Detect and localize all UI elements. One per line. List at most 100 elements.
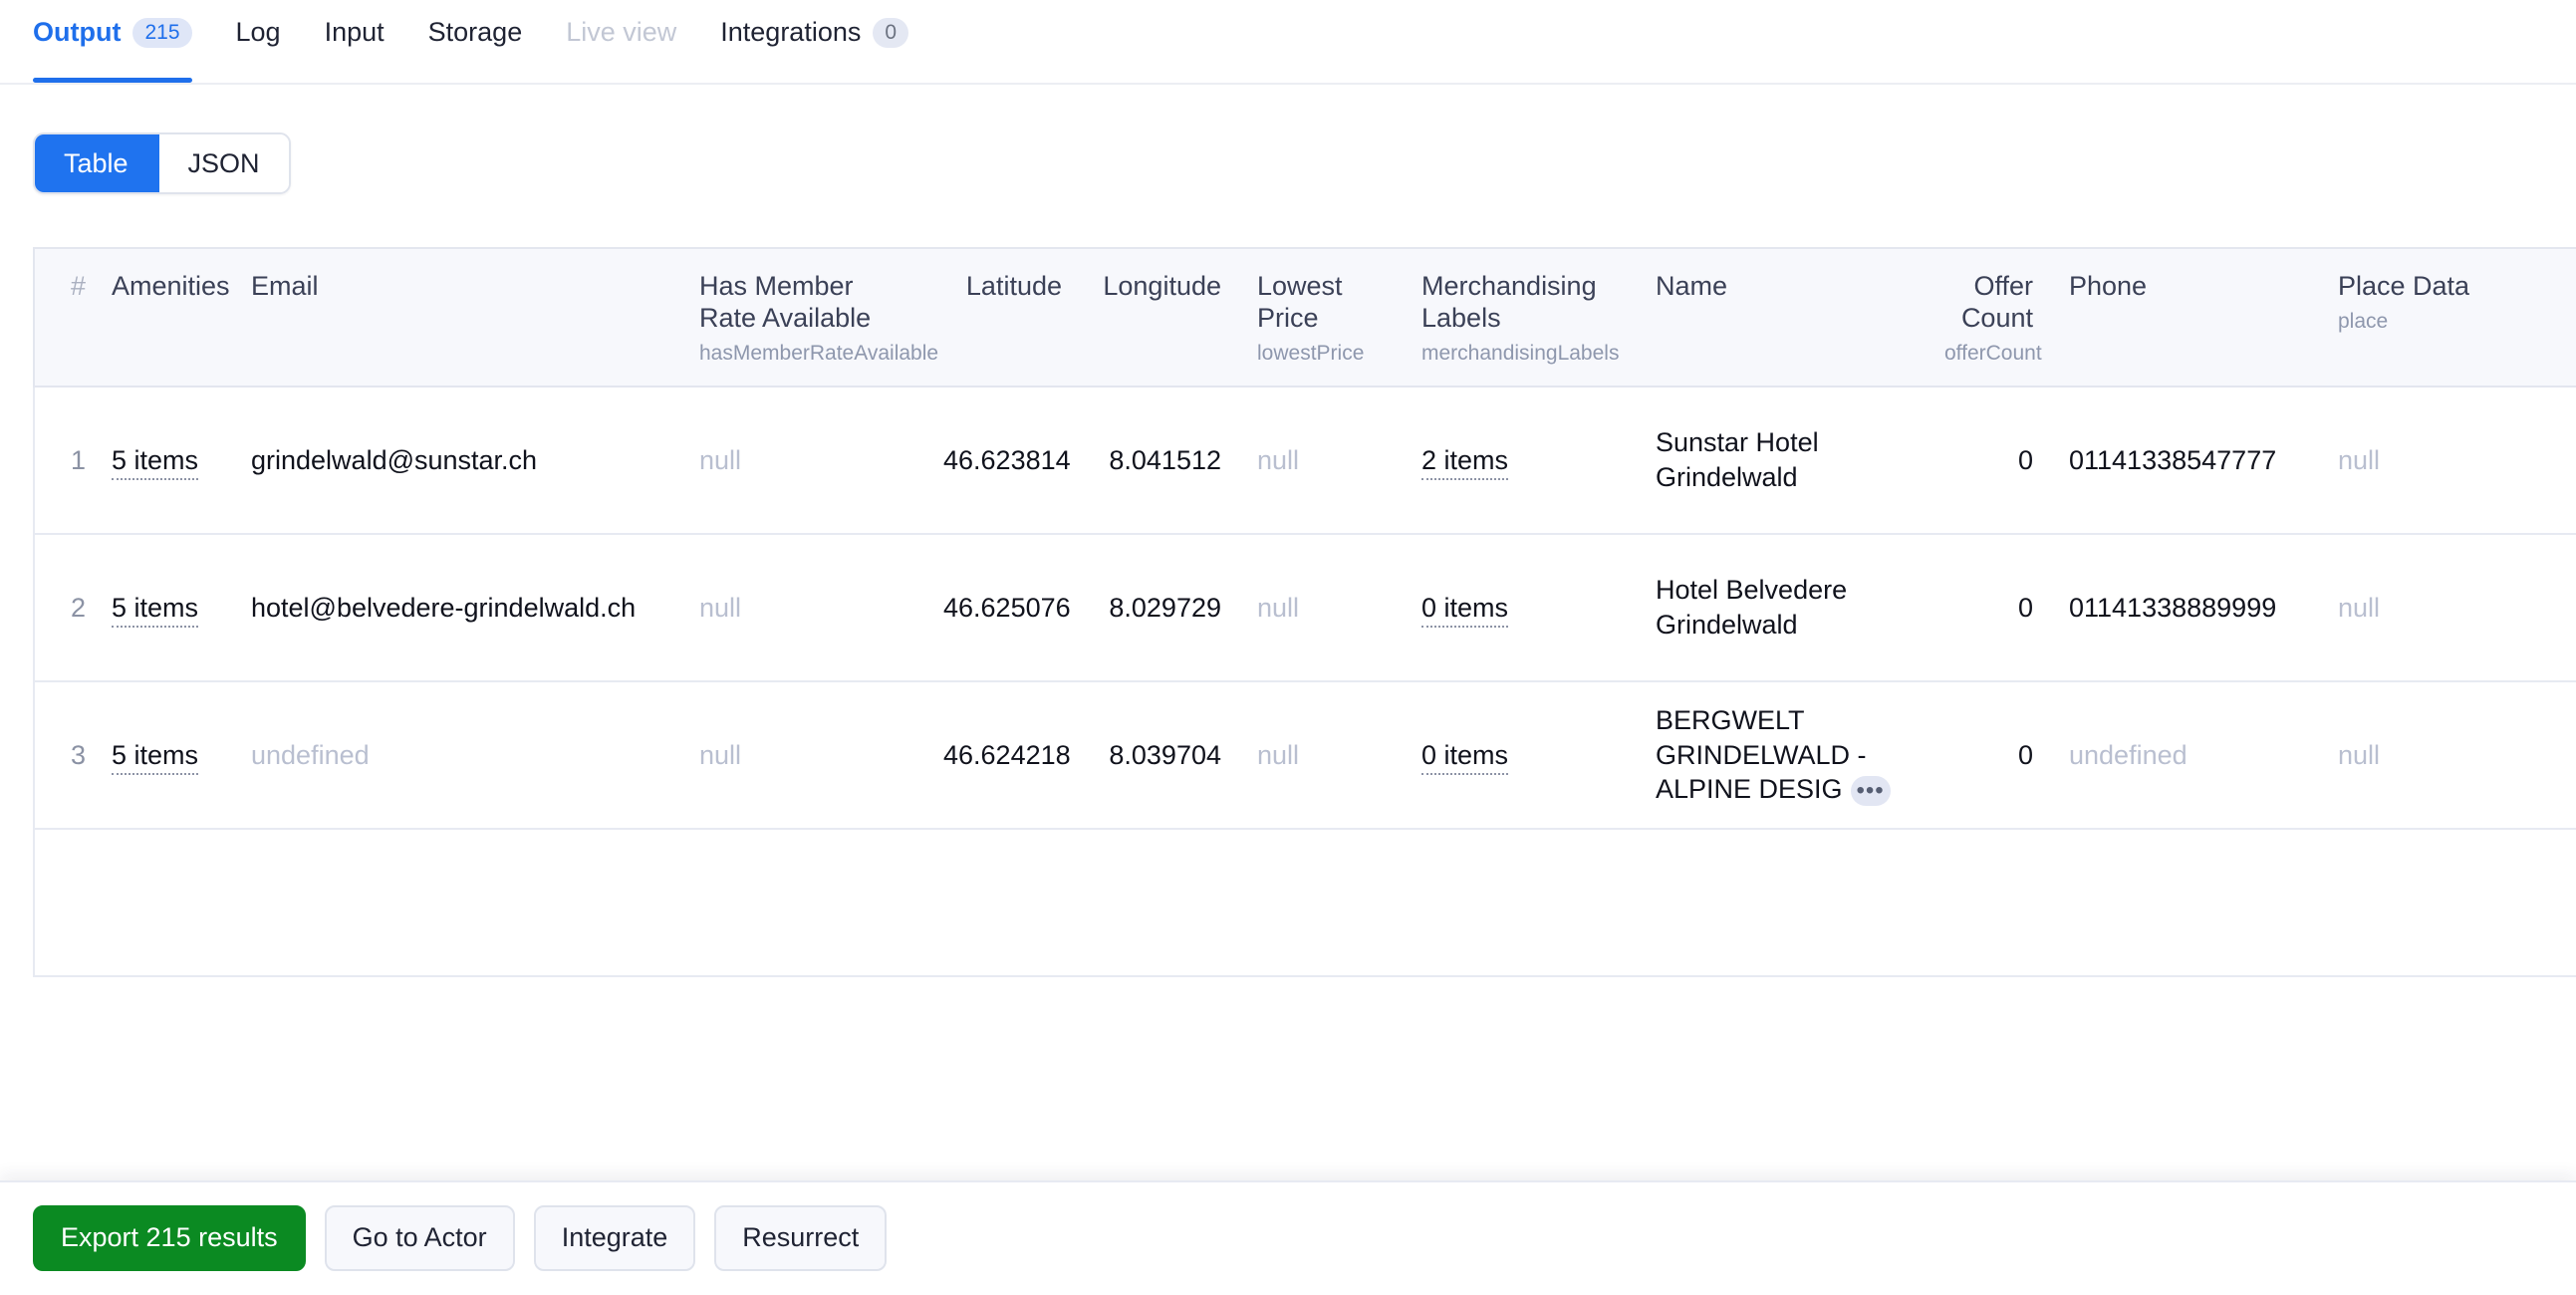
- tab-live-view: Live view: [544, 0, 698, 83]
- cell-merchandising-labels: 0 items: [1404, 533, 1638, 682]
- main-tabbar: Output 215 Log Input Storage Live view I…: [0, 0, 2576, 85]
- footer-divider: [0, 1180, 2576, 1182]
- tab-output-label: Output: [33, 17, 122, 47]
- cell-email: grindelwald@sunstar.ch: [233, 386, 681, 535]
- results-table: # Amenities Email Has Member Rate Availa…: [33, 247, 2576, 977]
- column-header-phone[interactable]: Phone: [2051, 248, 2320, 388]
- cell-amenities: 5 items: [94, 533, 233, 682]
- column-field: lowestPrice: [1257, 341, 1365, 365]
- column-header-index: #: [34, 248, 94, 388]
- merchandising-items-link[interactable]: 2 items: [1421, 444, 1509, 480]
- cell-place-data: null: [2320, 386, 2576, 535]
- table-row[interactable]: 3 5 items undefined null 46.624218 8.039…: [33, 680, 2576, 830]
- tab-storage-label: Storage: [427, 17, 523, 47]
- column-header-lowest-price[interactable]: Lowest Price lowestPrice: [1239, 248, 1404, 388]
- column-header-amenities[interactable]: Amenities: [94, 248, 233, 388]
- cell-offer-count: [1927, 828, 2051, 977]
- table-row[interactable]: 1 5 items grindelwald@sunstar.ch null 46…: [33, 386, 2576, 535]
- amenities-items-link[interactable]: 5 items: [112, 739, 199, 775]
- cell-merchandising-labels: 2 items: [1404, 386, 1638, 535]
- go-to-actor-button[interactable]: Go to Actor: [324, 1204, 515, 1271]
- results-table-body: 1 5 items grindelwald@sunstar.ch null 46…: [33, 386, 2576, 977]
- column-title: Email: [251, 271, 319, 301]
- view-mode-toggle: Table JSON: [33, 132, 291, 194]
- cell-name: Sunstar Hotel Grindelwald: [1638, 386, 1927, 535]
- cell-amenities: 5 items: [94, 386, 233, 535]
- cell-merchandising-labels: 0 items: [1404, 680, 1638, 830]
- column-header-has-member-rate-available[interactable]: Has Member Rate Available hasMemberRateA…: [681, 248, 939, 388]
- table-row[interactable]: [33, 828, 2576, 977]
- cell-offer-count: 0: [1927, 533, 2051, 682]
- column-field: offerCount: [1944, 341, 2042, 365]
- tab-input[interactable]: Input: [303, 0, 406, 83]
- cell-phone: 01141338889999: [2051, 533, 2320, 682]
- cell-longitude: 8.039704: [1080, 680, 1239, 830]
- table-row[interactable]: 2 5 items hotel@belvedere-grindelwald.ch…: [33, 533, 2576, 682]
- cell-longitude: [1080, 828, 1239, 977]
- column-header-offer-count[interactable]: Offer Count offerCount: [1927, 248, 2051, 388]
- cell-name: [1638, 828, 1927, 977]
- column-field: hasMemberRateAvailable: [699, 341, 939, 365]
- view-toggle-table[interactable]: Table: [35, 134, 159, 192]
- column-title: Amenities: [112, 271, 230, 301]
- column-header-name[interactable]: Name: [1638, 248, 1927, 388]
- column-title: Phone: [2069, 271, 2148, 301]
- tab-live-view-label: Live view: [566, 17, 677, 47]
- cell-place-data: [2320, 828, 2576, 977]
- cell-latitude: 46.624218: [925, 680, 1080, 830]
- column-header-email[interactable]: Email: [233, 248, 681, 388]
- cell-place-data: null: [2320, 533, 2576, 682]
- amenities-items-link[interactable]: 5 items: [112, 592, 199, 628]
- column-title: Offer Count: [1960, 271, 2033, 333]
- cell-lowest-price: null: [1239, 386, 1404, 535]
- tab-input-label: Input: [324, 17, 385, 47]
- column-title: Has Member Rate Available: [699, 271, 872, 333]
- cell-index: 3: [33, 680, 94, 830]
- view-toggle-json[interactable]: JSON: [158, 134, 289, 192]
- tab-output[interactable]: Output 215: [33, 0, 214, 83]
- tab-storage[interactable]: Storage: [406, 0, 545, 83]
- column-header-merchandising-labels[interactable]: Merchandising Labels merchandisingLabels: [1404, 248, 1638, 388]
- cell-phone: undefined: [2051, 680, 2320, 830]
- tab-integrations[interactable]: Integrations 0: [698, 0, 930, 83]
- tab-integrations-count: 0: [873, 17, 909, 48]
- resurrect-button[interactable]: Resurrect: [714, 1204, 888, 1271]
- cell-lowest-price: null: [1239, 680, 1404, 830]
- export-results-button[interactable]: Export 215 results: [33, 1204, 306, 1271]
- tab-log[interactable]: Log: [214, 0, 303, 83]
- amenities-items-link[interactable]: 5 items: [112, 444, 199, 480]
- tab-active-underline: [33, 78, 192, 83]
- merchandising-items-link[interactable]: 0 items: [1421, 739, 1509, 775]
- results-table-container[interactable]: # Amenities Email Has Member Rate Availa…: [33, 247, 2576, 1164]
- cell-lowest-price: null: [1239, 533, 1404, 682]
- merchandising-items-link[interactable]: 0 items: [1421, 592, 1509, 628]
- cell-has-member-rate-available: null: [681, 386, 925, 535]
- cell-email: [233, 828, 681, 977]
- column-title: Place Data: [2338, 271, 2470, 301]
- cell-index: [33, 828, 94, 977]
- cell-offer-count: 0: [1927, 386, 2051, 535]
- column-header-place-data[interactable]: Place Data place: [2320, 248, 2576, 388]
- output-tab-page: Output 215 Log Input Storage Live view I…: [0, 0, 2576, 1295]
- cell-amenities: 5 items: [94, 680, 233, 830]
- cell-offer-count: 0: [1927, 680, 2051, 830]
- cell-index: 2: [33, 533, 94, 682]
- results-table-header: # Amenities Email Has Member Rate Availa…: [34, 248, 2576, 388]
- column-title: Longitude: [1103, 271, 1221, 301]
- column-header-latitude[interactable]: Latitude: [925, 248, 1080, 388]
- tab-log-label: Log: [235, 17, 281, 47]
- cell-name: Hotel Belvedere Grindelwald: [1638, 533, 1927, 682]
- cell-latitude: 46.625076: [925, 533, 1080, 682]
- cell-merchandising-labels: [1404, 828, 1638, 977]
- cell-amenities: [94, 828, 233, 977]
- cell-name: BERGWELT GRINDELWALD - ALPINE DESIG •••: [1638, 680, 1927, 830]
- cell-longitude: 8.029729: [1080, 533, 1239, 682]
- show-more-icon[interactable]: •••: [1850, 776, 1891, 807]
- integrate-button[interactable]: Integrate: [533, 1204, 696, 1271]
- cell-name-text: BERGWELT GRINDELWALD - ALPINE DESIG: [1656, 705, 1867, 805]
- cell-place-data: null: [2320, 680, 2576, 830]
- column-field: place: [2338, 309, 2389, 333]
- column-header-longitude[interactable]: Longitude: [1080, 248, 1239, 388]
- column-field: merchandisingLabels: [1421, 341, 1620, 365]
- cell-latitude: [925, 828, 1080, 977]
